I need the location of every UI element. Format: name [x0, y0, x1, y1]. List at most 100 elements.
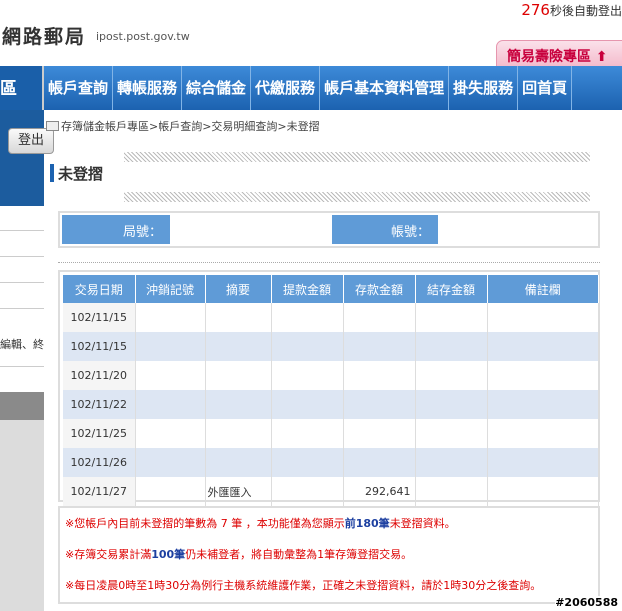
notes-panel: ※您帳戶內目前未登摺的筆數為 7 筆 ，本功能僅為您顯示前180筆未登摺資料。 …: [58, 506, 600, 604]
cell-reversal: [135, 477, 206, 506]
nav-account-query[interactable]: 帳戶查詢: [44, 66, 114, 110]
cell-withdrawal: [271, 361, 344, 390]
note-text: ※您帳戶內目前未登摺的筆數為 7 筆 ，本功能僅為您顯示: [65, 517, 345, 530]
cell-reversal: [135, 361, 206, 390]
sidebar-divider: [0, 256, 44, 257]
branch-value: [170, 215, 332, 244]
folder-icon: [46, 121, 59, 131]
table-row: 102/11/15: [63, 332, 599, 361]
cell-summary: [205, 448, 272, 477]
sidebar: 登出 編輯、終: [0, 110, 54, 611]
note-highlight: 前180筆: [344, 517, 390, 530]
cell-balance: [415, 390, 488, 419]
cell-withdrawal: [271, 448, 344, 477]
col-summary: 摘要: [205, 275, 272, 303]
nav-transfer[interactable]: 轉帳服務: [113, 66, 183, 110]
cell-summary: [205, 390, 272, 419]
sidebar-divider: [0, 366, 44, 367]
cell-date: 102/11/15: [63, 332, 136, 361]
timer-label: 秒後自動登出: [549, 4, 622, 18]
cell-summary: [205, 303, 272, 332]
sidebar-section-bar: [0, 392, 44, 420]
cell-remarks: [487, 390, 599, 419]
account-label: 帳號：: [332, 215, 438, 244]
table-row: 102/11/27 外匯匯入 292,641: [63, 477, 599, 506]
session-timer: 276秒後自動登出: [521, 1, 622, 19]
page-title: 未登摺: [58, 165, 104, 183]
logo-url: ipost.post.gov.tw: [96, 30, 190, 43]
nav-savings[interactable]: 綜合儲金: [182, 66, 252, 110]
cell-summary: [205, 332, 272, 361]
note-text: 未登摺資料。: [389, 517, 456, 530]
cell-remarks: [487, 332, 599, 361]
sidebar-divider: [0, 230, 44, 231]
title-stripes-bottom: [124, 192, 590, 202]
nav-left-label: 區: [0, 66, 44, 110]
col-deposit: 存款金額: [343, 275, 416, 303]
cell-withdrawal: [271, 332, 344, 361]
cell-reversal: [135, 448, 206, 477]
cell-deposit: [343, 361, 416, 390]
timer-seconds: 276: [521, 1, 550, 19]
cell-reversal: [135, 390, 206, 419]
sidebar-divider: [0, 282, 44, 283]
cell-remarks: [487, 448, 599, 477]
sidebar-divider: [0, 308, 44, 309]
dotted-divider: [58, 262, 600, 263]
note-auto-merge: ※存簿交易累計滿100筆仍未補登者，將自動彙整為1筆存簿登摺交易。: [65, 545, 593, 576]
table-row: 102/11/15: [63, 303, 599, 332]
cell-withdrawal: [271, 477, 344, 506]
sidebar-footer: [0, 420, 44, 611]
table-header-row: 交易日期 沖銷記號 摘要 提款金額 存款金額 結存金額 備註欄: [63, 275, 599, 303]
cell-balance: [415, 419, 488, 448]
table-row: 102/11/22: [63, 390, 599, 419]
cell-date: 102/11/25: [63, 419, 136, 448]
cell-balance: [415, 332, 488, 361]
note-text: 仍未補登者，將自動彙整為1筆存簿登摺交易。: [185, 548, 413, 561]
cell-date: 102/11/26: [63, 448, 136, 477]
note-highlight: 100筆: [151, 548, 186, 561]
transactions-table: 交易日期 沖銷記號 摘要 提款金額 存款金額 結存金額 備註欄 102/11/1…: [63, 275, 599, 506]
table-row: 102/11/26: [63, 448, 599, 477]
nav-payment[interactable]: 代繳服務: [251, 66, 321, 110]
cell-reversal: [135, 303, 206, 332]
cell-remarks: [487, 303, 599, 332]
col-balance: 結存金額: [415, 275, 488, 303]
table-row: 102/11/25: [63, 419, 599, 448]
logo-text: 網路郵局: [2, 26, 87, 48]
cell-withdrawal: [271, 419, 344, 448]
title-accent: [50, 164, 54, 182]
nav-account-profile[interactable]: 帳戶基本資料管理: [320, 66, 450, 110]
cell-reversal: [135, 419, 206, 448]
cell-deposit: [343, 303, 416, 332]
cell-deposit: [343, 332, 416, 361]
cell-deposit: [343, 419, 416, 448]
cell-balance: [415, 477, 488, 506]
cell-deposit: [343, 448, 416, 477]
nav-home[interactable]: 回首頁: [518, 66, 573, 110]
nav-report-loss[interactable]: 掛失服務: [449, 66, 519, 110]
breadcrumb-text: 存簿儲金帳戶專區>帳戶查詢>交易明細查詢>未登摺: [61, 120, 320, 133]
cell-remarks: [487, 361, 599, 390]
header: 網路郵局 ipost.post.gov.tw 276秒後自動登出 簡易壽險專區 …: [0, 0, 622, 71]
cell-balance: [415, 361, 488, 390]
cell-date: 102/11/22: [63, 390, 136, 419]
main-nav: 區 帳戶查詢 轉帳服務 綜合儲金 代繳服務 帳戶基本資料管理 掛失服務 回首頁: [0, 66, 622, 110]
account-value: [438, 215, 596, 244]
cell-date: 102/11/27: [63, 477, 136, 506]
cell-summary: [205, 419, 272, 448]
sidebar-item-text[interactable]: 編輯、終: [0, 336, 44, 352]
table-row: 102/11/20: [63, 361, 599, 390]
cell-date: 102/11/15: [63, 303, 136, 332]
col-date: 交易日期: [63, 275, 136, 303]
cell-summary: 外匯匯入: [205, 477, 272, 506]
branch-label: 局號：: [62, 215, 170, 244]
cell-balance: [415, 303, 488, 332]
sidebar-header: [0, 110, 44, 206]
title-stripes-top: [124, 152, 590, 162]
cell-balance: [415, 448, 488, 477]
cell-reversal: [135, 332, 206, 361]
cell-withdrawal: [271, 303, 344, 332]
cell-deposit: [343, 390, 416, 419]
cell-withdrawal: [271, 390, 344, 419]
